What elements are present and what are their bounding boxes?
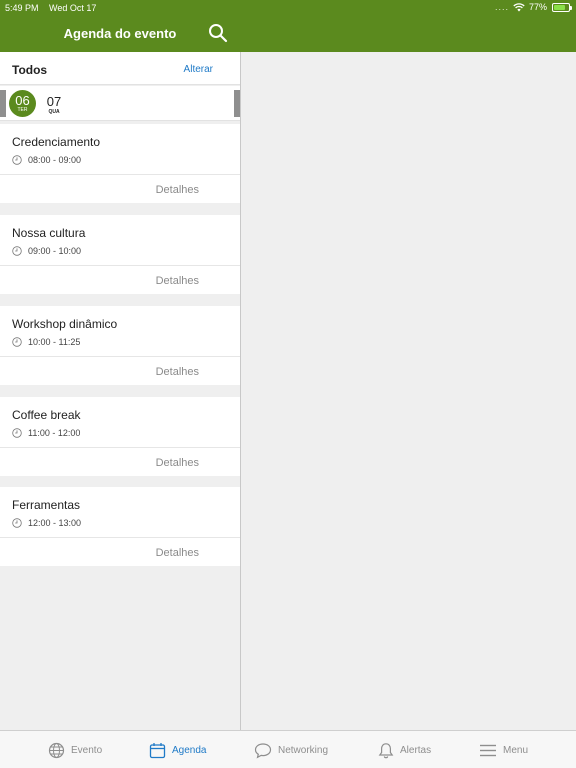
battery-fill: [554, 4, 565, 10]
page-title: Agenda do evento: [63, 26, 177, 41]
bell-icon: [378, 742, 394, 758]
clock-icon: [12, 246, 22, 256]
event-time: 09:00 - 10:00: [28, 246, 82, 256]
tab-agenda[interactable]: Agenda: [149, 740, 206, 760]
event-title: Workshop dinâmico: [12, 317, 118, 331]
date-weekday: TER: [17, 107, 28, 113]
search-button[interactable]: [207, 22, 229, 44]
status-bar: 5:49 PM Wed Oct 17 .... 77%: [0, 0, 576, 16]
date-weekday: QUA: [48, 109, 60, 115]
tab-label: Alertas: [400, 744, 432, 756]
event-title: Credenciamento: [12, 135, 101, 149]
clock-icon: [12, 518, 22, 528]
tab-label: Agenda: [172, 744, 207, 756]
tab-label: Evento: [71, 744, 103, 756]
tab-networking[interactable]: Networking: [254, 740, 328, 760]
filter-label: Todos: [12, 63, 48, 77]
date-day: 06: [15, 93, 30, 108]
battery-percent: 77%: [528, 2, 547, 12]
event-title: Coffee break: [12, 408, 81, 422]
search-icon: [209, 24, 228, 43]
tab-bar: Evento Agenda Networking Alertas Menu: [0, 730, 576, 768]
event-time: 11:00 - 12:00: [28, 428, 81, 438]
clock-icon: [12, 428, 22, 438]
status-time: 5:49 PM: [5, 3, 39, 13]
clock-icon: [12, 337, 22, 347]
details-button[interactable]: Detalhes: [156, 366, 199, 378]
tab-label: Menu: [503, 744, 529, 756]
detail-pane: [241, 52, 576, 730]
agenda-list-pane: Todos Alterar 06 TER 07 QUA Credenciamen…: [0, 52, 240, 730]
date-item[interactable]: 07 QUA: [40, 91, 68, 115]
tab-alertas[interactable]: Alertas: [378, 740, 431, 760]
tab-evento[interactable]: Evento: [48, 740, 102, 760]
clock-icon: [12, 155, 22, 165]
event-time: 10:00 - 11:25: [28, 337, 81, 347]
event-card[interactable]: Coffee break 11:00 - 12:00 Detalhes: [0, 397, 240, 476]
event-title: Ferramentas: [12, 498, 81, 512]
status-indicators: .... 77%: [494, 2, 572, 12]
details-button[interactable]: Detalhes: [156, 547, 199, 559]
event-time: 08:00 - 09:00: [28, 155, 82, 165]
globe-icon: [48, 742, 65, 758]
change-filter-button[interactable]: Alterar: [184, 64, 213, 75]
event-title: Nossa cultura: [12, 226, 86, 240]
calendar-icon: [149, 742, 166, 758]
tab-label: Networking: [278, 744, 329, 756]
signal-icon: ....: [494, 2, 509, 12]
event-card[interactable]: Nossa cultura 09:00 - 10:00 Detalhes: [0, 215, 240, 294]
date-day: 07: [46, 94, 62, 109]
event-card[interactable]: Workshop dinâmico 10:00 - 11:25 Detalhes: [0, 306, 240, 385]
menu-icon: [480, 744, 496, 756]
date-scroll-edge-left[interactable]: [0, 90, 6, 117]
battery-icon: [552, 2, 572, 12]
details-button[interactable]: Detalhes: [156, 184, 199, 196]
event-card[interactable]: Ferramentas 12:00 - 13:00 Detalhes: [0, 487, 240, 566]
tab-menu[interactable]: Menu: [479, 740, 528, 760]
wifi-icon: [513, 2, 525, 11]
date-item-selected[interactable]: 06 TER: [9, 90, 36, 117]
event-time: 12:00 - 13:00: [28, 518, 82, 528]
date-selector: 06 TER 07 QUA: [0, 86, 240, 121]
details-button[interactable]: Detalhes: [156, 275, 199, 287]
filter-row: Todos Alterar: [0, 52, 240, 85]
chat-bubble-icon: [254, 742, 272, 758]
status-date: Wed Oct 17: [49, 3, 97, 13]
app-header: 5:49 PM Wed Oct 17 .... 77% Agenda do ev…: [0, 0, 576, 52]
details-button[interactable]: Detalhes: [156, 457, 199, 469]
event-card[interactable]: Credenciamento 08:00 - 09:00 Detalhes: [0, 124, 240, 203]
